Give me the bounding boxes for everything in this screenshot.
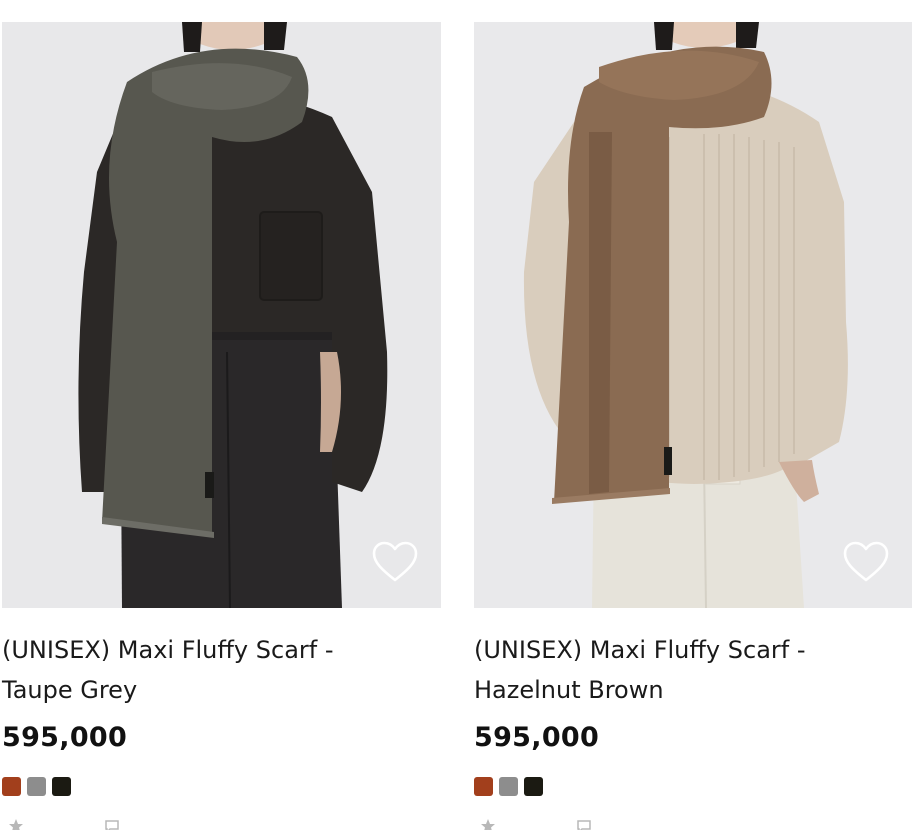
color-swatch[interactable] (2, 777, 21, 796)
heart-outline-icon (372, 541, 418, 582)
product-image[interactable] (474, 22, 912, 608)
product-grid: (UNISEX) Maxi Fluffy Scarf - Taupe Grey … (0, 0, 912, 830)
comment-icon (577, 820, 591, 830)
product-price: 595,000 (474, 722, 600, 753)
color-swatches (2, 777, 441, 796)
product-meta-row (480, 818, 592, 830)
star-icon (481, 819, 495, 830)
color-swatches (474, 777, 912, 796)
product-card[interactable]: (UNISEX) Maxi Fluffy Scarf - Hazelnut Br… (474, 22, 912, 796)
color-swatch[interactable] (474, 777, 493, 796)
color-swatch[interactable] (499, 777, 518, 796)
wishlist-button[interactable] (842, 540, 890, 584)
product-title[interactable]: (UNISEX) Maxi Fluffy Scarf - Taupe Grey (2, 630, 402, 710)
color-swatch[interactable] (27, 777, 46, 796)
product-meta-row (8, 818, 120, 830)
product-photo (474, 22, 912, 608)
color-swatch[interactable] (52, 777, 71, 796)
product-title[interactable]: (UNISEX) Maxi Fluffy Scarf - Hazelnut Br… (474, 630, 874, 710)
product-image[interactable] (2, 22, 441, 608)
heart-outline-icon (843, 541, 889, 582)
wishlist-button[interactable] (371, 540, 419, 584)
comment-icon (105, 820, 119, 830)
product-photo (2, 22, 441, 608)
product-price: 595,000 (2, 722, 128, 753)
product-card[interactable]: (UNISEX) Maxi Fluffy Scarf - Taupe Grey … (2, 22, 441, 796)
color-swatch[interactable] (524, 777, 543, 796)
star-icon (9, 819, 23, 830)
